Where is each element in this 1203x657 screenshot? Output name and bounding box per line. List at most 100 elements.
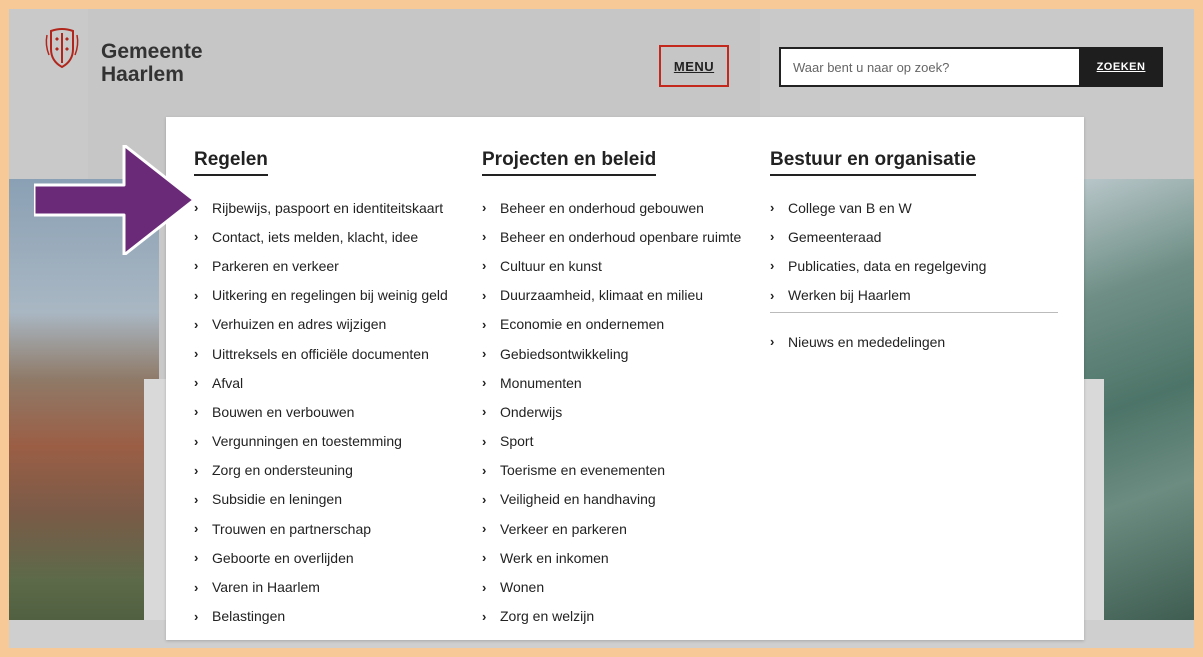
chevron-right-icon: › <box>194 433 199 449</box>
menu-list-regelen: › Rijbewijs, paspoort en identiteitskaart… <box>194 193 448 631</box>
chevron-right-icon: › <box>482 491 487 507</box>
menu-item-label: Gemeenteraad <box>788 228 882 245</box>
chevron-right-icon: › <box>194 462 199 478</box>
chevron-right-icon: › <box>770 258 775 274</box>
menu-item[interactable]: › Werk en inkomen <box>482 543 741 572</box>
menu-item-label: Parkeren en verkeer <box>212 257 339 274</box>
chevron-right-icon: › <box>482 608 487 624</box>
menu-item[interactable]: › Uittreksels en officiële documenten <box>194 339 448 368</box>
menu-item[interactable]: › Veiligheid en handhaving <box>482 485 741 514</box>
chevron-right-icon: › <box>482 404 487 420</box>
chevron-right-icon: › <box>482 375 487 391</box>
menu-item[interactable]: › Verhuizen en adres wijzigen <box>194 310 448 339</box>
chevron-right-icon: › <box>194 316 199 332</box>
menu-item[interactable]: › Contact, iets melden, klacht, idee <box>194 222 448 251</box>
menu-item[interactable]: › Parkeren en verkeer <box>194 251 448 280</box>
menu-item-label: Cultuur en kunst <box>500 257 602 274</box>
chevron-right-icon: › <box>194 521 199 537</box>
menu-item[interactable]: › Geboorte en overlijden <box>194 543 448 572</box>
menu-item[interactable]: › Vergunningen en toestemming <box>194 427 448 456</box>
menu-item[interactable]: › Rijbewijs, paspoort en identiteitskaart <box>194 193 448 222</box>
menu-item-label: Werk en inkomen <box>500 549 609 566</box>
menu-item[interactable]: › Gemeenteraad <box>770 222 986 251</box>
menu-item-label: Wonen <box>500 579 545 596</box>
menu-item[interactable]: › Economie en ondernemen <box>482 310 741 339</box>
menu-item-label: Toerisme en evenementen <box>500 462 665 479</box>
menu-item-label: Gebiedsontwikkeling <box>500 345 629 362</box>
menu-item[interactable]: › Varen in Haarlem <box>194 572 448 601</box>
menu-item-label: Uittreksels en officiële documenten <box>212 345 429 362</box>
menu-item-label: Zorg en welzijn <box>500 608 595 625</box>
menu-item[interactable]: › Gebiedsontwikkeling <box>482 339 741 368</box>
chevron-right-icon: › <box>194 491 199 507</box>
chevron-right-icon: › <box>194 200 199 216</box>
logo-line-1: Gemeente <box>101 40 203 63</box>
menu-item-label: Trouwen en partnerschap <box>212 520 372 537</box>
menu-item[interactable]: › Zorg en ondersteuning <box>194 456 448 485</box>
menu-item[interactable]: › Toerisme en evenementen <box>482 456 741 485</box>
menu-item-label: Nieuws en mededelingen <box>788 333 946 350</box>
menu-item-label: Subsidie en leningen <box>212 491 342 508</box>
menu-button[interactable]: MENU <box>659 45 729 87</box>
menu-item[interactable]: › Onderwijs <box>482 397 741 426</box>
menu-item-label: Beheer en onderhoud openbare ruimte <box>500 228 742 245</box>
menu-item-label: Afval <box>212 374 244 391</box>
chevron-right-icon: › <box>194 404 199 420</box>
menu-item[interactable]: › Verkeer en parkeren <box>482 514 741 543</box>
menu-item[interactable]: › Trouwen en partnerschap <box>194 514 448 543</box>
mega-menu-panel: Regelen › Rijbewijs, paspoort en identite… <box>166 117 1084 640</box>
menu-item[interactable]: › Duurzaamheid, klimaat en milieu <box>482 281 741 310</box>
chevron-right-icon: › <box>482 287 487 303</box>
menu-item[interactable]: › Sport <box>482 427 741 456</box>
search-input[interactable]: Waar bent u naar op zoek? <box>779 47 1081 87</box>
haarlem-coat-of-arms-icon[interactable] <box>43 25 81 71</box>
menu-item-label: Sport <box>500 433 534 450</box>
chevron-right-icon: › <box>194 608 199 624</box>
chevron-right-icon: › <box>194 346 199 362</box>
menu-item-label: Verhuizen en adres wijzigen <box>212 316 387 333</box>
chevron-right-icon: › <box>482 200 487 216</box>
menu-item[interactable]: › Cultuur en kunst <box>482 251 741 280</box>
chevron-right-icon: › <box>194 550 199 566</box>
menu-item[interactable]: › Afval <box>194 368 448 397</box>
menu-item[interactable]: › Monumenten <box>482 368 741 397</box>
chevron-right-icon: › <box>482 229 487 245</box>
chevron-right-icon: › <box>194 258 199 274</box>
menu-item-label: Onderwijs <box>500 403 563 420</box>
menu-item-label: Varen in Haarlem <box>212 579 320 596</box>
menu-item-label: Bouwen en verbouwen <box>212 403 355 420</box>
chevron-right-icon: › <box>194 287 199 303</box>
menu-item-label: Belastingen <box>212 608 286 625</box>
chevron-right-icon: › <box>482 346 487 362</box>
search-button[interactable]: ZOEKEN <box>1079 47 1163 87</box>
menu-list-bestuur: › College van B en W › Gemeenteraad › Publica… <box>770 193 986 310</box>
menu-item-label: Publicaties, data en regelgeving <box>788 257 987 274</box>
menu-item[interactable]: › College van B en W <box>770 193 986 222</box>
menu-heading-regelen[interactable]: Regelen <box>194 149 268 176</box>
chevron-right-icon: › <box>482 462 487 478</box>
chevron-right-icon: › <box>770 229 775 245</box>
purple-arrow-icon <box>34 145 194 255</box>
menu-item[interactable]: › Subsidie en leningen <box>194 485 448 514</box>
menu-item-label: Zorg en ondersteuning <box>212 462 353 479</box>
menu-item[interactable]: › Werken bij Haarlem <box>770 281 986 310</box>
menu-heading-bestuur[interactable]: Bestuur en organisatie <box>770 149 976 176</box>
menu-heading-projecten[interactable]: Projecten en beleid <box>482 149 657 176</box>
chevron-right-icon: › <box>482 258 487 274</box>
menu-item[interactable]: › Publicaties, data en regelgeving <box>770 251 986 280</box>
menu-item-label: Verkeer en parkeren <box>500 520 627 537</box>
menu-item[interactable]: › Uitkering en regelingen bij weinig geld <box>194 281 448 310</box>
menu-item-label: Monumenten <box>500 374 582 391</box>
site-logo-text[interactable]: Gemeente Haarlem <box>101 40 203 86</box>
chevron-right-icon: › <box>482 550 487 566</box>
menu-item[interactable]: › Wonen <box>482 572 741 601</box>
logo-line-2: Haarlem <box>101 63 184 86</box>
menu-item[interactable]: › Bouwen en verbouwen <box>194 397 448 426</box>
menu-item-label: Veiligheid en handhaving <box>500 491 656 508</box>
menu-item[interactable]: › Beheer en onderhoud openbare ruimte <box>482 222 741 251</box>
chevron-right-icon: › <box>194 375 199 391</box>
menu-item[interactable]: › Zorg en welzijn <box>482 602 741 631</box>
menu-item-nieuws[interactable]: › Nieuws en mededelingen <box>770 327 945 356</box>
menu-item[interactable]: › Beheer en onderhoud gebouwen <box>482 193 741 222</box>
menu-item[interactable]: › Belastingen <box>194 602 448 631</box>
